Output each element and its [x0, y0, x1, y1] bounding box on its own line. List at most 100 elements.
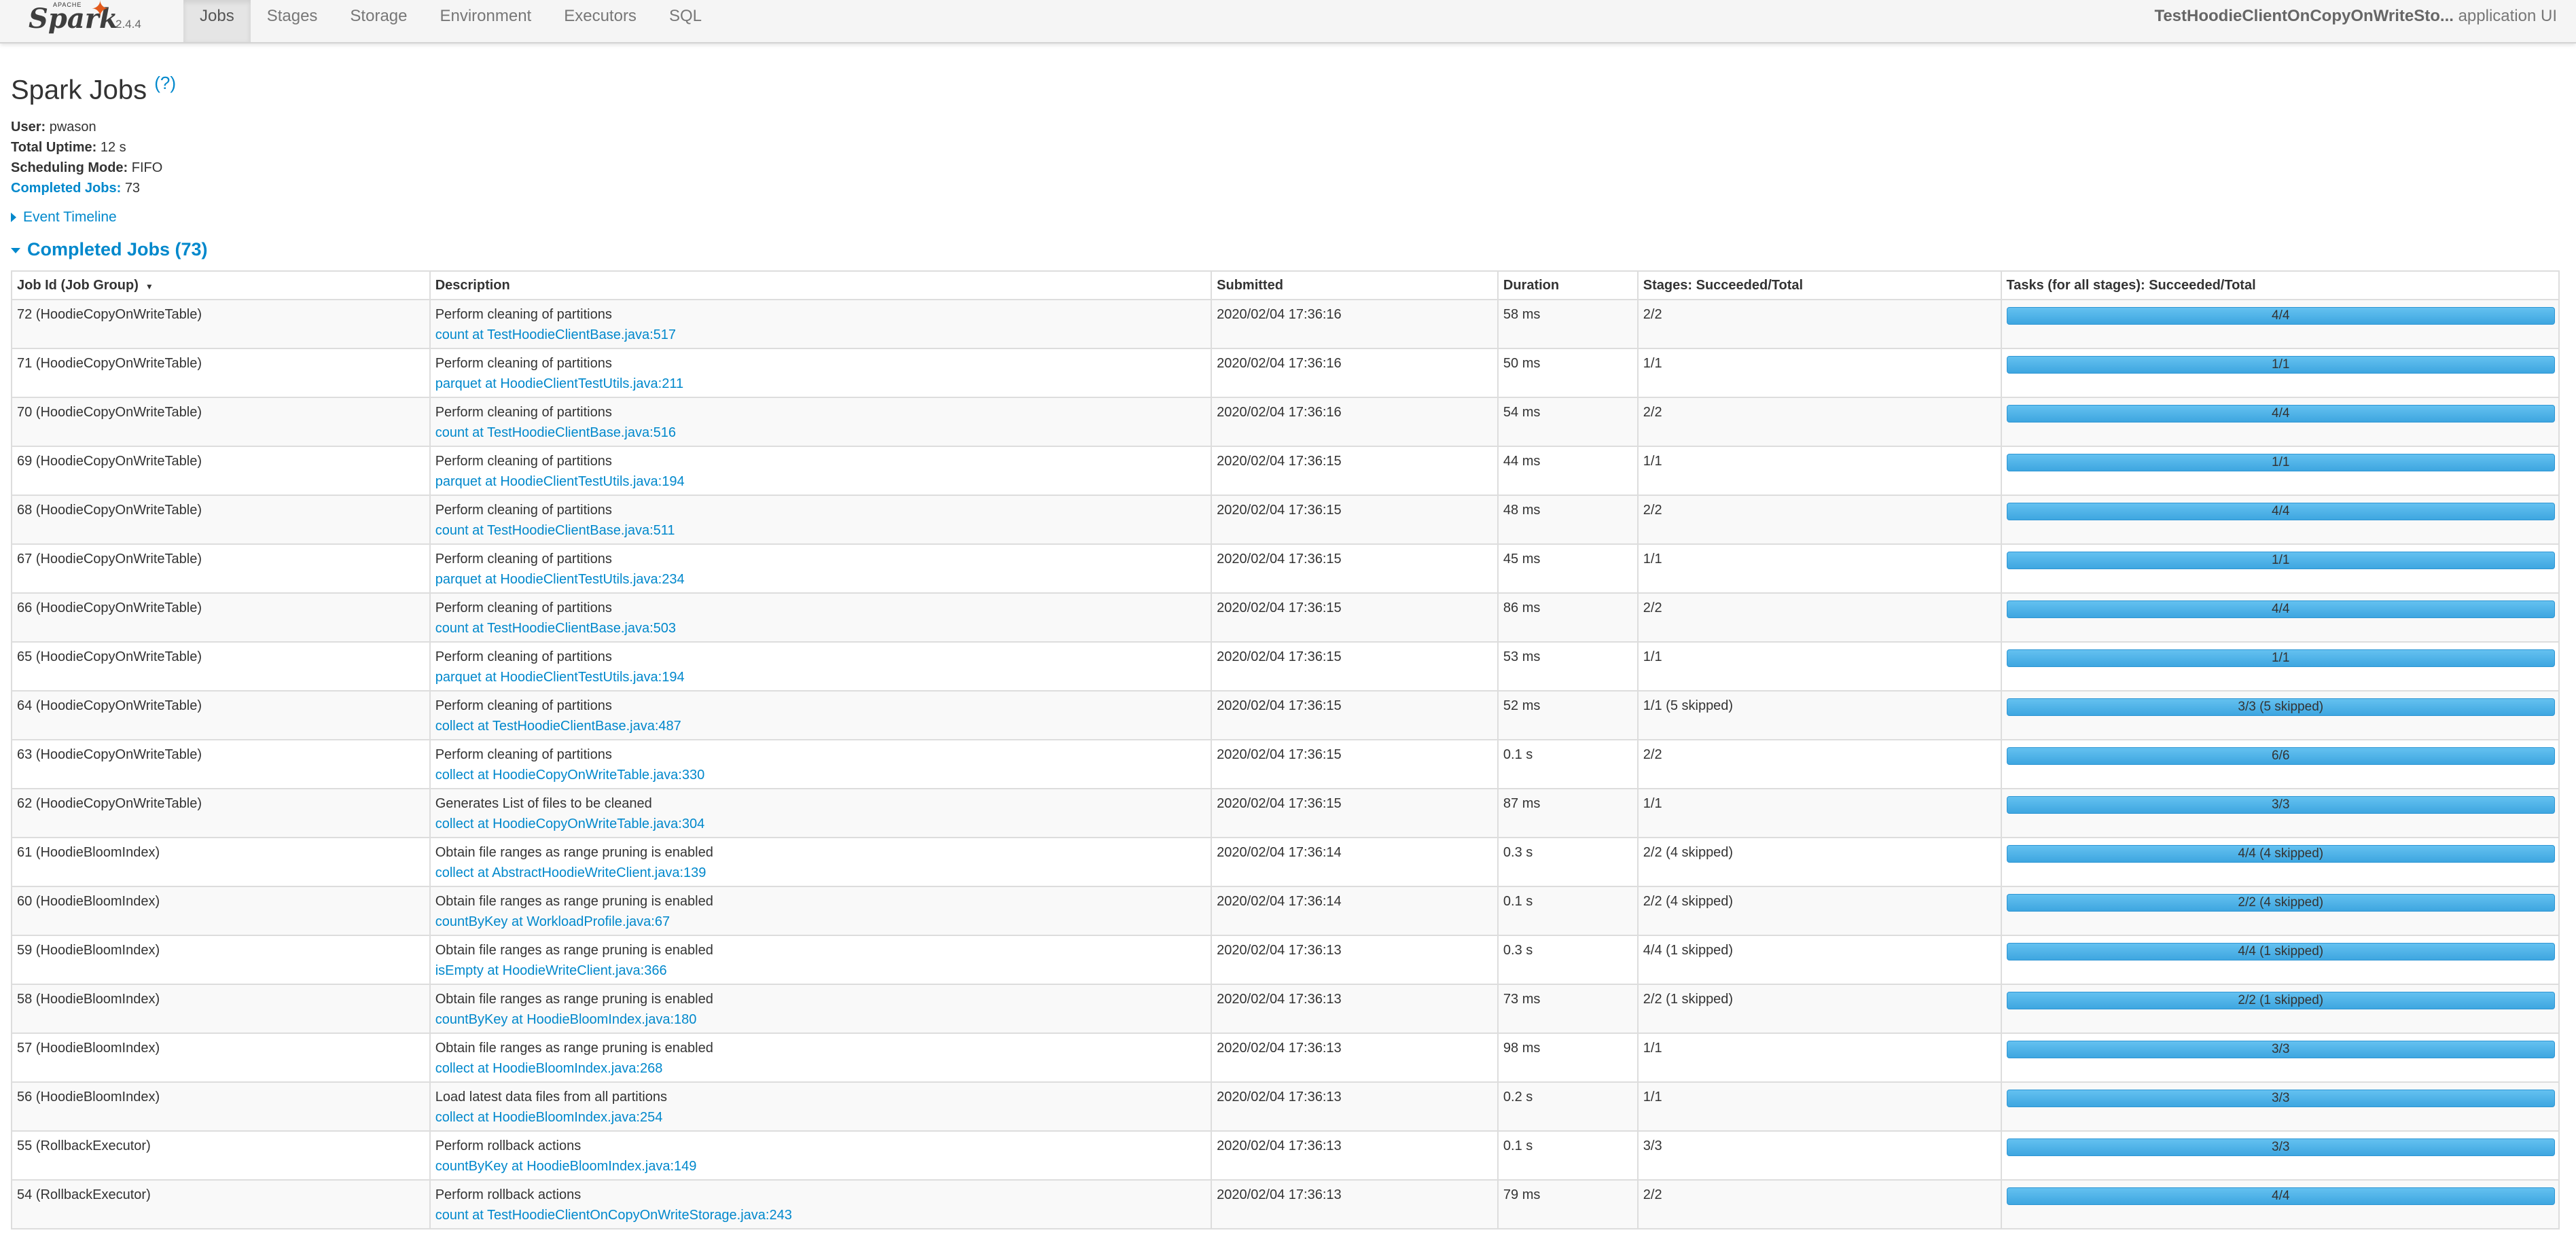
- scheduling-label: Scheduling Mode:: [11, 160, 128, 175]
- tasks-progress-bar: 2/2 (4 skipped): [2006, 894, 2555, 912]
- tab-storage[interactable]: Storage: [334, 0, 423, 42]
- header-job-id[interactable]: Job Id (Job Group) ▼: [11, 270, 431, 300]
- tab-sql[interactable]: SQL: [653, 0, 718, 42]
- tab-stages[interactable]: Stages: [251, 0, 334, 42]
- description-cell: Obtain file ranges as range pruning is e…: [429, 935, 1213, 985]
- header-submitted[interactable]: Submitted: [1211, 270, 1499, 300]
- job-detail-link[interactable]: count at TestHoodieClientBase.java:511: [435, 523, 675, 538]
- job-detail-link[interactable]: parquet at HoodieClientTestUtils.java:23…: [435, 572, 685, 587]
- duration-cell: 86 ms: [1497, 592, 1639, 643]
- submitted-cell: 2020/02/04 17:36:15: [1211, 641, 1499, 692]
- job-description: Obtain file ranges as range pruning is e…: [435, 845, 713, 860]
- table-row: 58 (HoodieBloomIndex) Obtain file ranges …: [11, 984, 2560, 1034]
- tasks-progress-label: 4/4 (4 skipped): [2238, 846, 2324, 861]
- tasks-progress-label: 4/4: [2272, 504, 2290, 518]
- job-detail-link[interactable]: countByKey at HoodieBloomIndex.java:180: [435, 1012, 697, 1027]
- job-detail-link[interactable]: collect at HoodieCopyOnWriteTable.java:3…: [435, 816, 705, 831]
- description-cell: Perform cleaning of partitions count at T…: [429, 592, 1213, 643]
- job-detail-link[interactable]: collect at HoodieCopyOnWriteTable.java:3…: [435, 768, 705, 783]
- completed-jobs-link[interactable]: Completed Jobs:: [11, 181, 121, 196]
- job-detail-link[interactable]: count at TestHoodieClientBase.java:503: [435, 621, 676, 636]
- tab-executors[interactable]: Executors: [548, 0, 653, 42]
- summary-scheduling: Scheduling Mode: FIFO: [11, 158, 162, 178]
- job-description: Perform cleaning of partitions: [435, 552, 612, 567]
- submitted-cell: 2020/02/04 17:36:13: [1211, 935, 1499, 985]
- header-job-id-label: Job Id (Job Group): [17, 277, 139, 293]
- table-row: 65 (HoodieCopyOnWriteTable) Perform clean…: [11, 641, 2560, 692]
- stages-cell: 4/4 (1 skipped): [1636, 935, 2002, 985]
- header-stages[interactable]: Stages: Succeeded/Total: [1636, 270, 2002, 300]
- tasks-progress-bar: 3/3: [2006, 796, 2555, 814]
- completed-jobs-header-label: Completed Jobs (73): [27, 239, 208, 259]
- job-id-cell: 62 (HoodieCopyOnWriteTable): [11, 788, 431, 838]
- description-cell: Perform cleaning of partitions parquet at…: [429, 446, 1213, 496]
- tab-environment[interactable]: Environment: [423, 0, 548, 42]
- tasks-cell: 6/6: [2000, 739, 2560, 789]
- duration-cell: 0.2 s: [1497, 1081, 1639, 1132]
- table-row: 60 (HoodieBloomIndex) Obtain file ranges …: [11, 886, 2560, 936]
- job-id-cell: 67 (HoodieCopyOnWriteTable): [11, 543, 431, 594]
- duration-cell: 44 ms: [1497, 446, 1639, 496]
- submitted-cell: 2020/02/04 17:36:14: [1211, 837, 1499, 887]
- summary-uptime: Total Uptime: 12 s: [11, 137, 162, 158]
- job-detail-link[interactable]: collect at HoodieBloomIndex.java:254: [435, 1110, 663, 1125]
- header-tasks[interactable]: Tasks (for all stages): Succeeded/Total: [2000, 270, 2560, 300]
- table-row: 70 (HoodieCopyOnWriteTable) Perform clean…: [11, 397, 2560, 447]
- job-detail-link[interactable]: isEmpty at HoodieWriteClient.java:366: [435, 963, 667, 978]
- job-detail-link[interactable]: count at TestHoodieClientBase.java:517: [435, 327, 676, 342]
- table-row: 62 (HoodieCopyOnWriteTable) Generates Lis…: [11, 788, 2560, 838]
- job-detail-link[interactable]: count at TestHoodieClientBase.java:516: [435, 425, 676, 440]
- event-timeline-toggle[interactable]: Event Timeline: [11, 209, 117, 226]
- tasks-progress-bar: 1/1: [2006, 552, 2555, 569]
- table-row: 69 (HoodieCopyOnWriteTable) Perform clean…: [11, 446, 2560, 496]
- header-description[interactable]: Description: [429, 270, 1213, 300]
- job-description: Perform cleaning of partitions: [435, 698, 612, 713]
- stages-cell: 2/2 (1 skipped): [1636, 984, 2002, 1034]
- tasks-cell: 4/4: [2000, 397, 2560, 447]
- tasks-progress-bar: 3/3 (5 skipped): [2006, 698, 2555, 716]
- job-detail-link[interactable]: collect at HoodieBloomIndex.java:268: [435, 1061, 663, 1076]
- duration-cell: 79 ms: [1497, 1179, 1639, 1229]
- tasks-progress-bar: 3/3: [2006, 1138, 2555, 1156]
- help-link[interactable]: (?): [154, 73, 176, 93]
- tasks-cell: 4/4: [2000, 1179, 2560, 1229]
- job-id-cell: 56 (HoodieBloomIndex): [11, 1081, 431, 1132]
- job-id-cell: 63 (HoodieCopyOnWriteTable): [11, 739, 431, 789]
- job-id-cell: 68 (HoodieCopyOnWriteTable): [11, 495, 431, 545]
- summary-completed: Completed Jobs: 73: [11, 178, 162, 198]
- job-detail-link[interactable]: countByKey at HoodieBloomIndex.java:149: [435, 1159, 697, 1174]
- job-detail-link[interactable]: collect at TestHoodieClientBase.java:487: [435, 719, 681, 734]
- job-detail-link[interactable]: countByKey at WorkloadProfile.java:67: [435, 914, 670, 929]
- job-description: Obtain file ranges as range pruning is e…: [435, 894, 713, 909]
- job-description: Perform rollback actions: [435, 1187, 582, 1202]
- tasks-progress-label: 2/2 (4 skipped): [2238, 895, 2324, 910]
- job-id-cell: 60 (HoodieBloomIndex): [11, 886, 431, 936]
- tab-jobs[interactable]: Jobs: [183, 0, 251, 42]
- header-duration[interactable]: Duration: [1497, 270, 1639, 300]
- job-detail-link[interactable]: parquet at HoodieClientTestUtils.java:21…: [435, 376, 683, 391]
- tasks-progress-bar: 1/1: [2006, 649, 2555, 667]
- tasks-cell: 3/3: [2000, 788, 2560, 838]
- job-detail-link[interactable]: collect at AbstractHoodieWriteClient.jav…: [435, 865, 706, 880]
- job-detail-link[interactable]: parquet at HoodieClientTestUtils.java:19…: [435, 670, 685, 685]
- job-description: Generates List of files to be cleaned: [435, 796, 652, 811]
- job-description: Obtain file ranges as range pruning is e…: [435, 943, 713, 958]
- tasks-progress-label: 3/3: [2272, 1140, 2290, 1154]
- table-row: 66 (HoodieCopyOnWriteTable) Perform clean…: [11, 592, 2560, 643]
- submitted-cell: 2020/02/04 17:36:13: [1211, 1032, 1499, 1083]
- job-detail-link[interactable]: count at TestHoodieClientOnCopyOnWriteSt…: [435, 1208, 792, 1223]
- tasks-progress-label: 3/3: [2272, 797, 2290, 812]
- table-row: 68 (HoodieCopyOnWriteTable) Perform clean…: [11, 495, 2560, 545]
- completed-jobs-header[interactable]: Completed Jobs (73): [11, 239, 208, 260]
- duration-cell: 0.3 s: [1497, 837, 1639, 887]
- spark-logo[interactable]: APACHE Spark ✦ 2.4.4: [29, 0, 151, 41]
- uptime-value: 12 s: [100, 140, 126, 155]
- tasks-progress-bar: 1/1: [2006, 356, 2555, 374]
- job-description: Perform cleaning of partitions: [435, 600, 612, 615]
- table-body: 72 (HoodieCopyOnWriteTable) Perform clean…: [11, 299, 2560, 1229]
- job-detail-link[interactable]: parquet at HoodieClientTestUtils.java:19…: [435, 474, 685, 489]
- submitted-cell: 2020/02/04 17:36:14: [1211, 886, 1499, 936]
- table-row: 63 (HoodieCopyOnWriteTable) Perform clean…: [11, 739, 2560, 789]
- submitted-cell: 2020/02/04 17:36:13: [1211, 1081, 1499, 1132]
- duration-cell: 0.3 s: [1497, 935, 1639, 985]
